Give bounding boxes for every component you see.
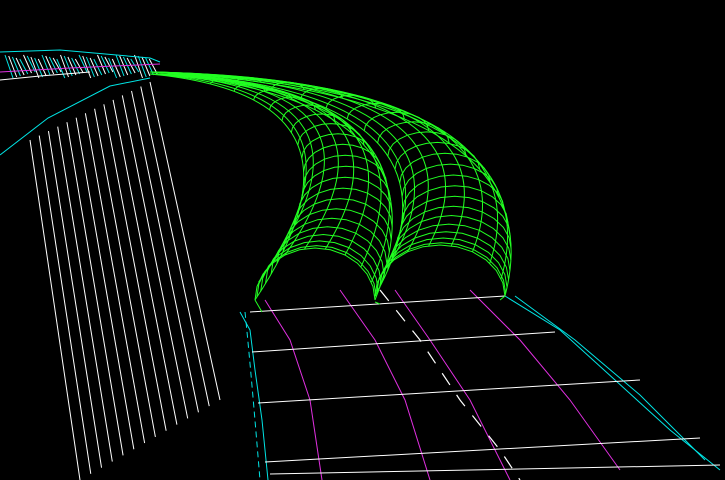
tunnel-ring xyxy=(377,121,450,144)
road-crossline xyxy=(251,331,556,353)
tunnel-ring xyxy=(376,242,507,294)
tunnel-ring xyxy=(297,176,393,214)
road-crossline xyxy=(264,437,701,463)
distant-structure xyxy=(0,49,161,81)
tunnel-longitudinal xyxy=(153,71,483,252)
embankment-slope xyxy=(0,77,221,480)
tunnel-ring xyxy=(276,217,388,264)
wireframe-scene xyxy=(0,49,721,480)
tunnel-base xyxy=(254,299,263,313)
road-right-edge xyxy=(504,295,721,471)
embankment-slope-line xyxy=(149,81,221,401)
embankment-slope-line xyxy=(29,139,81,480)
distant-wire xyxy=(141,56,151,77)
distant-wire xyxy=(137,55,147,78)
distant-wire xyxy=(4,54,14,79)
embankment-slope-line xyxy=(38,135,92,474)
distant-wire xyxy=(34,57,44,78)
road-crossline xyxy=(249,295,506,313)
road-left-edge xyxy=(239,311,269,480)
distant-wire xyxy=(11,56,21,77)
distant-wire xyxy=(30,56,40,79)
lane-right xyxy=(469,289,621,471)
distant-wire xyxy=(97,54,106,75)
3d-wireframe-viewport[interactable] xyxy=(0,0,725,480)
tunnel-ring xyxy=(303,143,383,172)
lane-left xyxy=(264,299,323,480)
embankment-slope-line xyxy=(66,122,124,456)
distant-wire xyxy=(108,57,118,79)
road-surface xyxy=(239,289,721,480)
tunnel-longitudinal xyxy=(149,71,403,297)
distant-wire xyxy=(63,55,73,77)
road-crossline xyxy=(269,464,721,475)
lane-mid xyxy=(339,289,431,480)
embankment-slope-line xyxy=(47,130,103,468)
distant-wire xyxy=(111,58,121,78)
embankment-slope-line xyxy=(57,126,113,462)
distant-wire xyxy=(41,54,51,76)
distant-wire xyxy=(8,55,18,78)
road-left-edge-2 xyxy=(244,311,261,480)
embankment-top-edge xyxy=(0,77,151,156)
tunnel-wireframe xyxy=(149,71,512,313)
tunnel-ring xyxy=(254,247,376,301)
tunnel-ring xyxy=(301,165,391,200)
